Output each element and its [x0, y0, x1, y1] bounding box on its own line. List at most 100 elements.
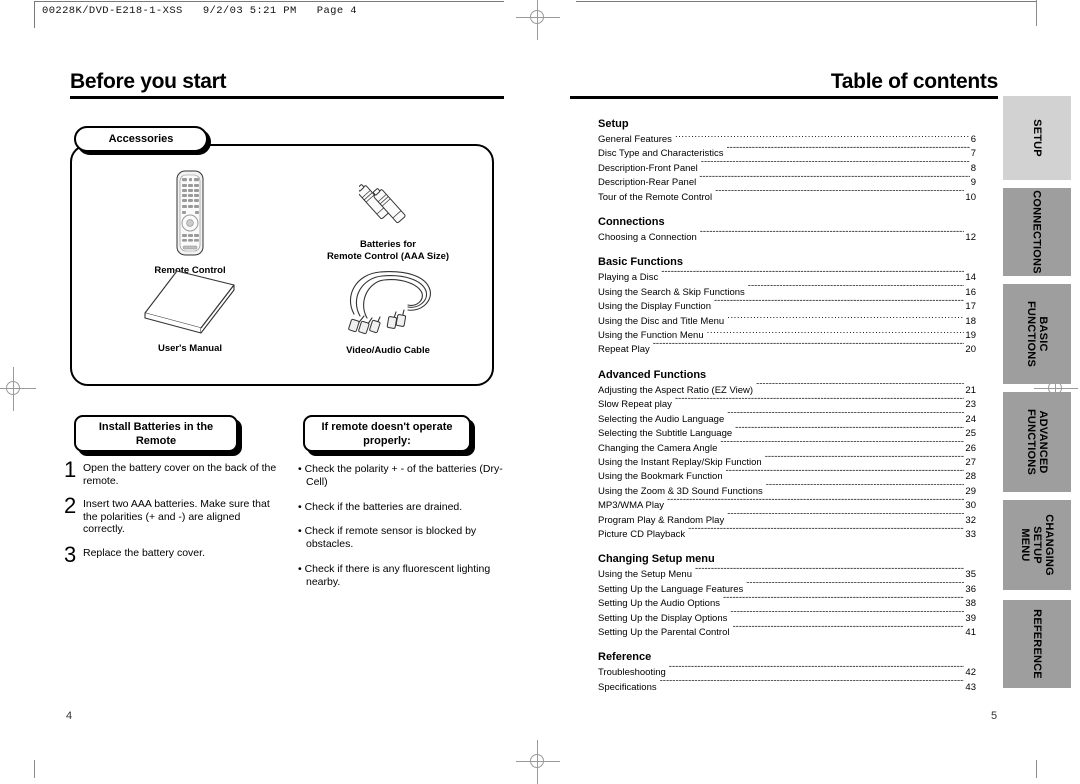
- toc-entry-label: Using the Function Menu: [598, 330, 704, 342]
- toc-leader-dots: [667, 498, 964, 508]
- toc-entry[interactable]: Selecting the Subtitle Language 25: [598, 426, 976, 440]
- toc-entry[interactable]: Disc Type and Characteristics 7: [598, 146, 976, 160]
- side-tab-basic-functions[interactable]: BASIC FUNCTIONS: [1003, 284, 1071, 384]
- step-text: Insert two AAA batteries. Make sure that…: [83, 498, 270, 536]
- install-batteries-callout-label: Install Batteries in the Remote: [98, 420, 214, 447]
- step-number: 2: [64, 493, 77, 519]
- toc-entry[interactable]: Using the Display Function 17: [598, 299, 976, 313]
- toc-leader-dots: [727, 513, 964, 523]
- toc-entry[interactable]: General Features 6: [598, 132, 976, 146]
- toc-entry[interactable]: Adjusting the Aspect Ratio (EZ View) 21: [598, 383, 976, 397]
- toc-group: Connections Choosing a Connection 12: [598, 216, 976, 244]
- toc-entry[interactable]: Specifications 43: [598, 680, 976, 694]
- toc-entry-label: Setting Up the Display Options: [598, 612, 728, 624]
- toc-group: Advanced Functions Adjusting the Aspect R…: [598, 369, 976, 541]
- toc-leader-dots: [669, 665, 965, 675]
- toc-entry-page: 27: [965, 456, 976, 468]
- side-tab-advanced-functions[interactable]: ADVANCED FUNCTIONS: [1003, 392, 1071, 492]
- accessory-item-av-cable: Video/Audio Cable: [318, 260, 458, 357]
- toc-entry[interactable]: Troubleshooting 42: [598, 665, 976, 679]
- toc-entry-page: 35: [965, 569, 976, 581]
- toc-entry[interactable]: Changing the Camera Angle 26: [598, 441, 976, 455]
- toc-entry[interactable]: Using the Function Menu 19: [598, 328, 976, 342]
- toc-leader-dots: [699, 175, 969, 185]
- toc-entry[interactable]: Using the Setup Menu 35: [598, 567, 976, 581]
- toc-title-rule: [570, 96, 998, 99]
- registration-mark-left: [0, 367, 36, 411]
- toc-entry-label: Setting Up the Audio Options: [598, 598, 720, 610]
- side-tab-changing-setup-menu[interactable]: CHANGING SETUP MENU: [1003, 500, 1071, 590]
- toc-entry-label: Using the Bookmark Function: [598, 471, 723, 483]
- page-title: Before you start: [70, 70, 227, 93]
- toc-entry[interactable]: Picture CD Playback 33: [598, 527, 976, 541]
- toc-leader-dots: [715, 190, 964, 200]
- plate-top-rule: [34, 1, 504, 2]
- install-batteries-callout: Install Batteries in the Remote: [74, 415, 238, 452]
- toc-entry[interactable]: Setting Up the Language Features 36: [598, 582, 976, 596]
- side-tab-setup[interactable]: SETUP: [1003, 96, 1071, 180]
- toc-leader-dots: [723, 596, 964, 606]
- toc-group: Setup General Features6Disc Type and Char…: [598, 118, 976, 204]
- toc-group: ReferenceTroubleshooting42Specifications…: [598, 651, 976, 694]
- toc-entry[interactable]: Setting Up the Audio Options 38: [598, 596, 976, 610]
- toc-entry[interactable]: Repeat Play 20: [598, 342, 976, 356]
- toc-leader-dots: [765, 455, 965, 465]
- toc-entry[interactable]: Using the Zoom & 3D Sound Functions 29: [598, 484, 976, 498]
- install-batteries-steps: 1 Open the battery cover on the back of …: [64, 458, 284, 574]
- toc-entry[interactable]: Slow Repeat play 23: [598, 397, 976, 411]
- side-tab-label: BASIC FUNCTIONS: [1025, 301, 1049, 367]
- toc-entry-page: 14: [965, 272, 976, 284]
- toc-group-title: Setup: [598, 118, 629, 130]
- toc-entry-label: Selecting the Audio Language: [598, 413, 725, 425]
- toc-leader-dots: [727, 412, 964, 422]
- toc-entry[interactable]: Setting Up the Display Options 39: [598, 611, 976, 625]
- toc-entry[interactable]: Choosing a Connection 12: [598, 230, 976, 244]
- accessory-item-batteries: Batteries for Remote Control (AAA Size): [308, 174, 468, 262]
- step-item: 3 Replace the battery cover.: [64, 543, 284, 565]
- toc-entry-label: Using the Instant Replay/Skip Function: [598, 456, 762, 468]
- bullet-item: • Check if the batteries are drained.: [298, 500, 463, 513]
- accessory-item-users-manual: User's Manual: [130, 268, 250, 355]
- plate-slug-text: 00228K/DVD-E218-1-XSS 9/2/03 5:21 PM Pag…: [42, 5, 357, 17]
- batteries-icon: [356, 184, 406, 224]
- toc-group: Basic FunctionsPlaying a Disc14Using the…: [598, 256, 976, 356]
- toc-leader-dots: [727, 314, 964, 324]
- plate-top-rule-2: [576, 1, 1036, 2]
- toc-entry[interactable]: Selecting the Audio Language 24: [598, 412, 976, 426]
- toc-entry[interactable]: MP3/WMA Play 30: [598, 498, 976, 512]
- page-folio-left: 4: [66, 710, 73, 722]
- toc-leader-dots: [700, 230, 965, 240]
- step-item: 2 Insert two AAA batteries. Make sure th…: [64, 493, 284, 536]
- toc-entry-label: Setting Up the Parental Control: [598, 626, 730, 638]
- side-tab-reference[interactable]: REFERENCE: [1003, 600, 1071, 688]
- toc-entry[interactable]: Setting Up the Parental Control 41: [598, 625, 976, 639]
- toc-entry-label: Troubleshooting: [598, 667, 666, 679]
- remote-control-icon: [176, 170, 204, 256]
- toc-entry[interactable]: Description-Front Panel 8: [598, 161, 976, 175]
- toc-leader-dots: [675, 397, 964, 407]
- toc-entry[interactable]: Program Play & Random Play 32: [598, 513, 976, 527]
- toc-entry[interactable]: Description-Rear Panel 9: [598, 175, 976, 189]
- step-item: 1 Open the battery cover on the back of …: [64, 458, 284, 487]
- toc-entry[interactable]: Using the Disc and Title Menu 18: [598, 314, 976, 328]
- toc-leader-dots: [701, 161, 970, 171]
- toc-leader-dots: [735, 426, 964, 436]
- side-tab-connections[interactable]: CONNECTIONS: [1003, 188, 1071, 276]
- toc-entry[interactable]: Tour of the Remote Control 10: [598, 190, 976, 204]
- toc-entry-label: Using the Zoom & 3D Sound Functions: [598, 485, 763, 497]
- toc-entry[interactable]: Playing a Disc 14: [598, 270, 976, 284]
- toc-leader-dots: [756, 383, 964, 393]
- side-tab-label: CHANGING SETUP MENU: [1019, 514, 1055, 576]
- toc-entry-label: Tour of the Remote Control: [598, 191, 713, 203]
- toc-entry-page: 20: [965, 344, 976, 356]
- toc-entry[interactable]: Using the Bookmark Function 28: [598, 469, 976, 483]
- toc-leader-dots: [727, 146, 970, 156]
- toc-entry-page: 18: [965, 315, 976, 327]
- side-tab-strip: SETUP CONNECTIONS BASIC FUNCTIONS ADVANCED …: [1003, 0, 1073, 779]
- users-manual-icon: [144, 270, 235, 334]
- toc-leader-dots: [653, 342, 965, 352]
- toc-entry-page: 28: [965, 471, 976, 483]
- toc-entry[interactable]: Using the Search & Skip Functions 16: [598, 285, 976, 299]
- toc-entry[interactable]: Using the Instant Replay/Skip Function 27: [598, 455, 976, 469]
- toc-entry-page: 16: [965, 286, 976, 298]
